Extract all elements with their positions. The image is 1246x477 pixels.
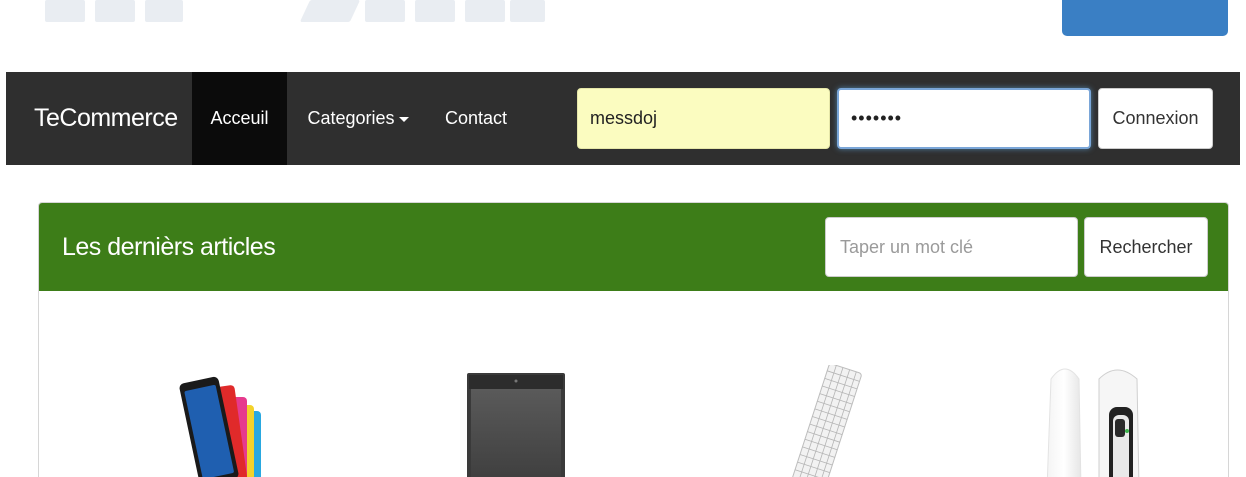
nav-item-label: Contact [444, 108, 508, 128]
banner-shape [510, 0, 545, 22]
banner-shape [299, 0, 361, 22]
mouse-image [1046, 368, 1140, 477]
tablet-image [179, 376, 261, 477]
product-keyboard[interactable] [781, 363, 871, 477]
product-mouse[interactable] [1035, 359, 1165, 477]
panel-title: Les dernièrs articles [62, 233, 276, 261]
panel-heading: Les dernièrs articles Rechercher [39, 203, 1228, 291]
page: TeCommerce Acceuil Categories Contact Co… [0, 0, 1246, 477]
nav-item-label: Categories [307, 108, 395, 128]
caret-down-icon [398, 116, 409, 122]
banner-shape [365, 0, 405, 22]
connexion-button[interactable]: Connexion [1098, 88, 1213, 149]
nav-item-categories[interactable]: Categories [296, 72, 420, 165]
banner-shape [95, 0, 135, 22]
brand-logo[interactable]: TeCommerce [34, 72, 178, 165]
articles-panel: Les dernièrs articles Rechercher [38, 202, 1229, 477]
username-input[interactable] [577, 88, 830, 149]
search-button[interactable]: Rechercher [1084, 217, 1208, 277]
nav-item-label: Acceuil [210, 108, 269, 128]
banner-shape [465, 0, 505, 22]
password-input[interactable] [837, 88, 1091, 149]
banner-shape [145, 0, 183, 22]
ereader-image [467, 373, 565, 477]
search-input[interactable] [825, 217, 1078, 277]
banner-shape [415, 0, 455, 22]
navbar: TeCommerce Acceuil Categories Contact Co… [6, 72, 1240, 165]
product-ereader[interactable] [467, 373, 567, 477]
nav-item-acceuil[interactable]: Acceuil [192, 72, 287, 165]
banner-shape [45, 0, 85, 22]
keyboard-image [791, 363, 862, 477]
top-banner [0, 0, 1246, 72]
top-blue-button[interactable] [1062, 0, 1228, 36]
product-tablet[interactable] [179, 371, 269, 477]
nav-item-contact[interactable]: Contact [426, 72, 526, 165]
